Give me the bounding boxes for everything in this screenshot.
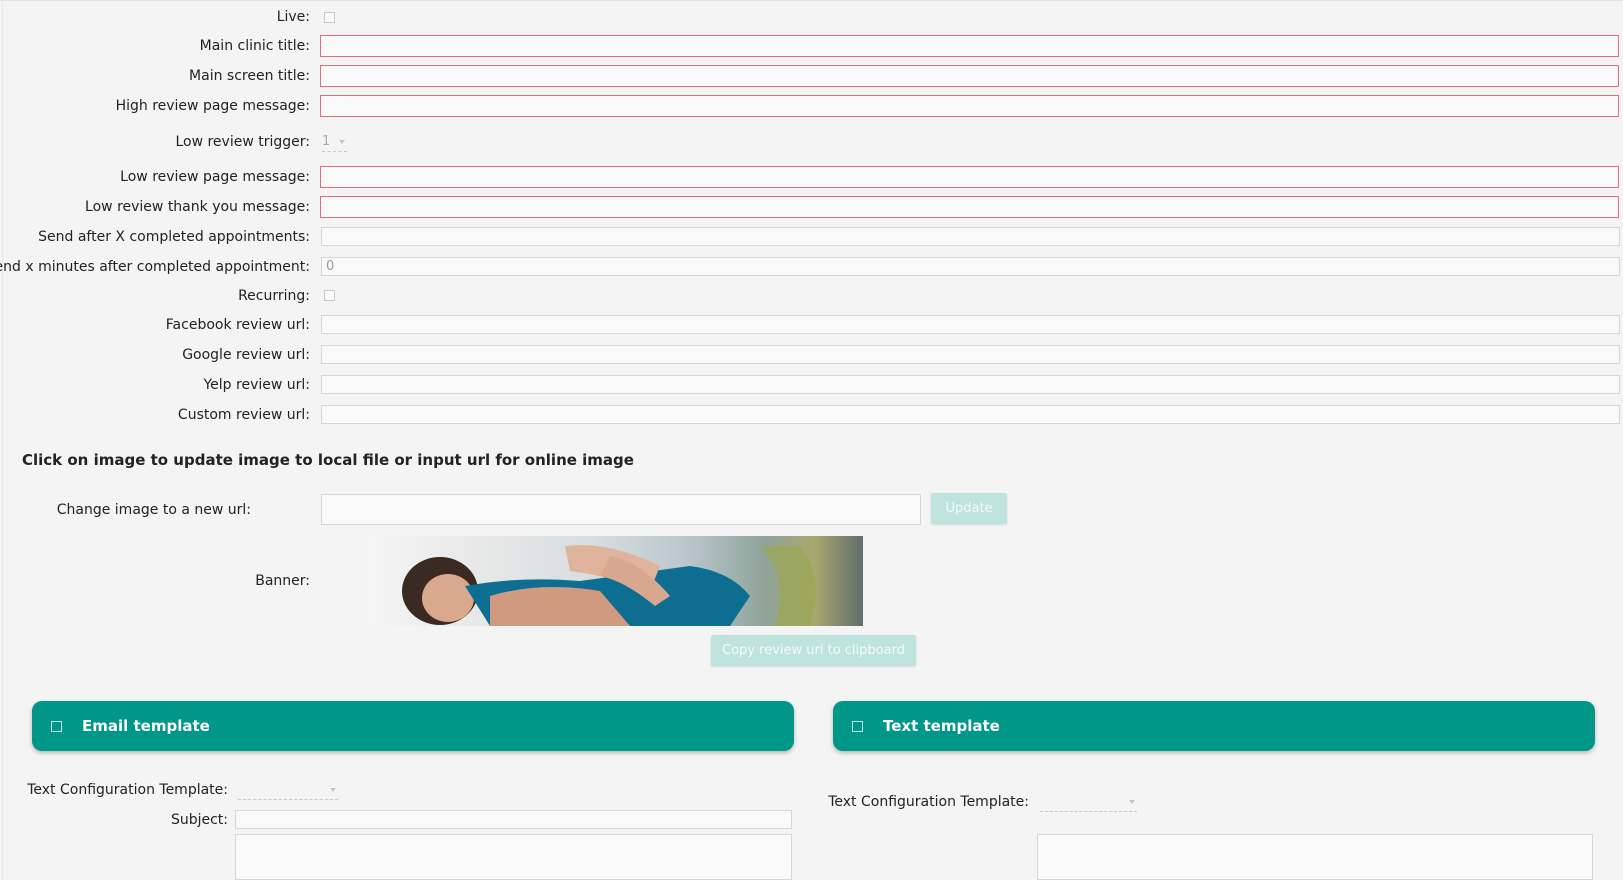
- custom-url-input[interactable]: [321, 405, 1620, 424]
- banner-image[interactable]: [370, 536, 863, 626]
- massage-photo-icon: [402, 545, 816, 626]
- main-clinic-title-label: Main clinic title:: [199, 38, 310, 54]
- low-review-trigger-label: Low review trigger:: [175, 134, 310, 150]
- low-review-message-input[interactable]: [320, 166, 1619, 188]
- update-button[interactable]: Update: [931, 493, 1007, 524]
- email-body-textarea[interactable]: [235, 834, 792, 880]
- text-config-template-select[interactable]: [1040, 793, 1137, 812]
- low-review-thanks-label: Low review thank you message:: [85, 199, 310, 215]
- low-review-trigger-select[interactable]: 1: [322, 133, 347, 152]
- custom-url-label: Custom review url:: [177, 407, 310, 423]
- main-clinic-title-input[interactable]: [320, 35, 1619, 57]
- copy-review-url-button[interactable]: Copy review url to clipboard: [711, 635, 916, 666]
- chevron-down-icon: [1129, 800, 1135, 804]
- chevron-down-icon: [330, 788, 336, 792]
- banner-label: Banner:: [255, 573, 310, 589]
- subject-input[interactable]: [235, 810, 792, 829]
- low-review-trigger-value: 1: [322, 134, 331, 149]
- email-template-checkbox[interactable]: [51, 721, 62, 732]
- email-template-panel[interactable]: Email template: [32, 701, 794, 751]
- image-section-title: Click on image to update image to local …: [22, 451, 634, 469]
- email-config-template-label: Text Configuration Template:: [27, 782, 228, 798]
- chevron-down-icon: [339, 140, 345, 144]
- live-checkbox[interactable]: [324, 12, 335, 23]
- live-label: Live:: [276, 9, 310, 25]
- send-after-appts-input[interactable]: [321, 227, 1620, 246]
- recurring-checkbox[interactable]: [324, 290, 335, 301]
- text-body-textarea[interactable]: [1037, 834, 1593, 880]
- low-review-thanks-input[interactable]: [320, 196, 1619, 218]
- main-screen-title-input[interactable]: [320, 65, 1619, 87]
- email-config-template-select[interactable]: [238, 781, 338, 800]
- high-review-message-input[interactable]: [320, 95, 1619, 117]
- yelp-url-input[interactable]: [321, 375, 1620, 394]
- high-review-message-label: High review page message:: [115, 98, 310, 114]
- main-screen-title-label: Main screen title:: [189, 68, 310, 84]
- text-template-checkbox[interactable]: [852, 721, 863, 732]
- top-border: [0, 0, 1623, 1]
- email-template-title: Email template: [82, 717, 210, 735]
- change-image-url-input[interactable]: [321, 494, 921, 525]
- yelp-url-label: Yelp review url:: [203, 377, 310, 393]
- send-minutes-label: Send x minutes after completed appointme…: [0, 259, 310, 275]
- low-review-message-label: Low review page message:: [120, 169, 310, 185]
- change-image-url-label: Change image to a new url:: [56, 502, 251, 518]
- send-minutes-input[interactable]: 0: [321, 257, 1620, 276]
- subject-label: Subject:: [170, 812, 228, 828]
- send-after-appts-label: Send after X completed appointments:: [38, 229, 310, 245]
- facebook-url-label: Facebook review url:: [165, 317, 310, 333]
- text-config-template-label: Text Configuration Template:: [828, 794, 1029, 810]
- google-url-input[interactable]: [321, 345, 1620, 364]
- facebook-url-input[interactable]: [321, 315, 1620, 334]
- recurring-label: Recurring:: [238, 288, 310, 304]
- left-border: [2, 0, 3, 880]
- google-url-label: Google review url:: [182, 347, 310, 363]
- text-template-title: Text template: [883, 717, 1000, 735]
- text-template-panel[interactable]: Text template: [833, 701, 1595, 751]
